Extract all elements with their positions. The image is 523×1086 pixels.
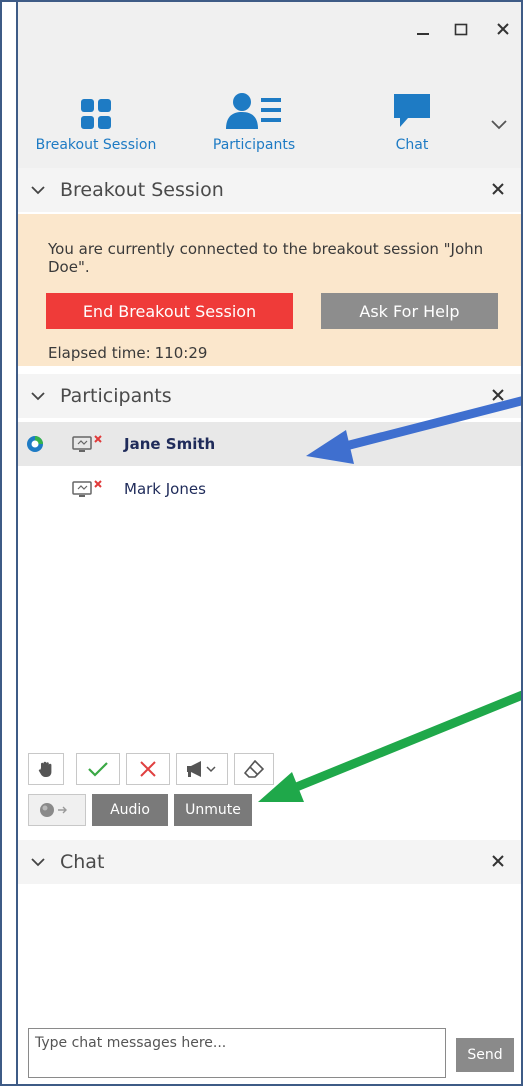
close-icon — [492, 389, 504, 401]
more-tabs-button[interactable] — [485, 110, 513, 138]
section-title: Participants — [60, 385, 172, 407]
chevron-down-icon — [31, 858, 45, 867]
audio-button[interactable]: Audio — [92, 794, 168, 826]
screen-share-off-icon — [72, 480, 102, 497]
chat-message-input[interactable] — [28, 1028, 446, 1078]
end-breakout-session-button[interactable]: End Breakout Session — [46, 293, 293, 329]
chevron-down-icon — [31, 392, 45, 401]
chevron-down-icon — [31, 186, 45, 195]
participant-name: Mark Jones — [124, 480, 206, 498]
close-breakout-section-button[interactable] — [487, 178, 509, 200]
maximize-button[interactable] — [448, 16, 474, 42]
checkmark-icon — [88, 762, 108, 777]
tab-label: Participants — [212, 137, 296, 153]
breakout-section-header: Breakout Session — [18, 168, 521, 212]
participant-row[interactable]: Mark Jones — [18, 467, 521, 511]
participants-icon — [226, 93, 281, 129]
announce-dropdown-button[interactable] — [176, 753, 228, 785]
breakout-notice-text: You are currently connected to the break… — [48, 240, 484, 276]
close-window-button[interactable] — [490, 16, 516, 42]
chat-bubble-icon — [394, 94, 430, 127]
screen-share-off-icon — [72, 435, 102, 452]
minimize-button[interactable] — [410, 16, 436, 42]
disagree-button[interactable] — [126, 753, 170, 785]
elapsed-value: 110:29 — [154, 344, 208, 362]
close-icon — [497, 23, 509, 35]
tab-breakout-session[interactable]: Breakout Session — [21, 92, 171, 162]
audio-status-button[interactable] — [28, 794, 86, 826]
audio-connection-icon — [40, 803, 67, 817]
send-button[interactable]: Send — [456, 1038, 514, 1072]
tab-label: Chat — [395, 137, 429, 153]
eraser-icon — [244, 760, 264, 778]
section-title: Breakout Session — [60, 179, 224, 201]
close-participants-section-button[interactable] — [487, 384, 509, 406]
title-bar: Breakout Session Participants Chat — [18, 2, 521, 168]
close-icon — [492, 855, 504, 867]
chat-section-header: Chat — [18, 840, 521, 884]
participant-name: Jane Smith — [124, 435, 216, 453]
collapse-breakout-button[interactable] — [30, 184, 52, 196]
tab-participants[interactable]: Participants — [179, 92, 329, 162]
agree-button[interactable] — [76, 753, 120, 785]
participant-row[interactable]: Jane Smith — [18, 422, 521, 466]
raise-hand-icon — [38, 761, 52, 777]
close-icon — [140, 761, 156, 777]
elapsed-label: Elapsed time: — [48, 344, 151, 362]
side-panel: Breakout Session Participants Chat Break… — [18, 2, 521, 1084]
section-title: Chat — [60, 851, 105, 873]
collapse-participants-button[interactable] — [30, 390, 52, 402]
ask-for-help-button[interactable]: Ask For Help — [321, 293, 498, 329]
tab-chat[interactable]: Chat — [337, 92, 487, 162]
close-chat-section-button[interactable] — [487, 850, 509, 872]
unmute-button[interactable]: Unmute — [174, 794, 252, 826]
collapse-chat-button[interactable] — [30, 856, 52, 868]
app-window: Breakout Session Participants Chat Break… — [0, 0, 523, 1086]
close-icon — [492, 183, 504, 195]
participants-section-header: Participants — [18, 374, 521, 418]
clear-status-button[interactable] — [234, 753, 274, 785]
breakout-grid-icon — [81, 99, 111, 129]
raise-hand-button[interactable] — [28, 753, 64, 785]
maximize-icon — [454, 23, 468, 36]
presenter-status-icon — [27, 436, 43, 452]
minimize-icon — [417, 33, 429, 35]
elapsed-time: Elapsed time: 110:29 — [48, 344, 207, 362]
green-annotation-arrow — [258, 690, 521, 802]
megaphone-icon — [187, 761, 216, 777]
tab-label: Breakout Session — [35, 137, 157, 153]
breakout-notice-panel: You are currently connected to the break… — [18, 214, 521, 366]
chevron-down-icon — [491, 120, 507, 130]
